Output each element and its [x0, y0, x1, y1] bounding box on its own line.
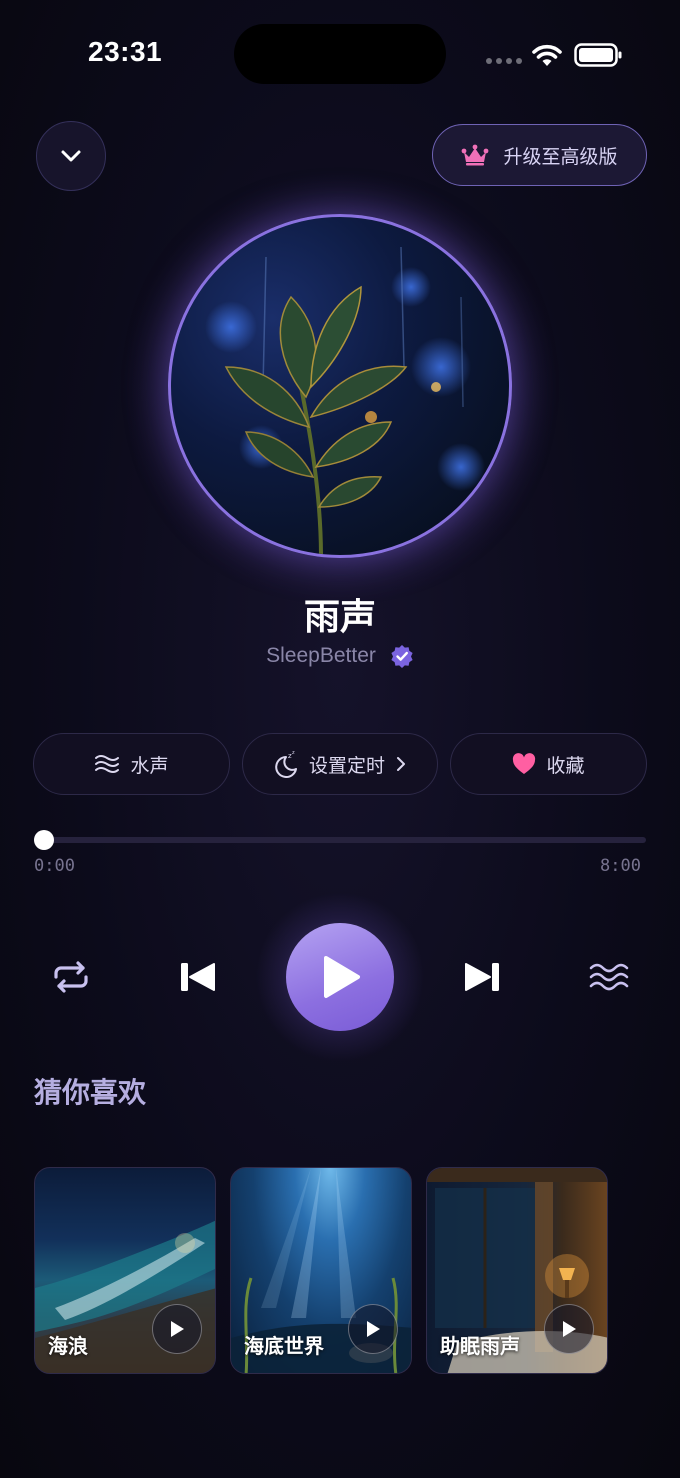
- heart-icon: [513, 753, 536, 774]
- progress-knob[interactable]: [34, 830, 54, 850]
- next-button[interactable]: [460, 954, 506, 1000]
- recommendations-title: 猜你喜欢: [34, 1076, 147, 1109]
- play-icon: [367, 1321, 380, 1337]
- battery-icon: [574, 43, 622, 67]
- set-timer-pill[interactable]: z z 设置定时: [242, 733, 438, 795]
- set-timer-label: 设置定时: [308, 754, 385, 777]
- track-title: 雨声: [303, 597, 376, 638]
- moon-sleep-icon: z z: [275, 750, 297, 778]
- card-play-button[interactable]: [152, 1304, 202, 1354]
- favorite-pill[interactable]: 收藏: [450, 733, 647, 795]
- previous-button[interactable]: [174, 954, 220, 1000]
- play-button[interactable]: [286, 923, 394, 1031]
- artist-row: SleepBetter: [0, 644, 680, 668]
- total-time: 8:00: [600, 856, 641, 876]
- card-label: 海浪: [48, 1334, 88, 1358]
- album-cover: [168, 214, 512, 558]
- dynamic-island: [234, 24, 446, 84]
- svg-text:z: z: [292, 750, 295, 756]
- recommendation-card-waves[interactable]: 海浪: [34, 1167, 216, 1374]
- repeat-button[interactable]: [48, 954, 94, 1000]
- card-label: 助眠雨声: [440, 1334, 520, 1358]
- play-icon: [324, 956, 360, 998]
- play-icon: [563, 1321, 576, 1337]
- chevron-down-icon: [61, 150, 81, 162]
- collapse-button[interactable]: [36, 121, 106, 191]
- recommendation-card-underwater[interactable]: 海底世界: [230, 1167, 412, 1374]
- upgrade-label: 升级至高级版: [503, 145, 618, 168]
- current-time: 0:00: [34, 856, 75, 876]
- cellular-signal-icon: [486, 58, 522, 64]
- recommendation-card-rain[interactable]: 助眠雨声: [426, 1167, 608, 1374]
- card-label: 海底世界: [244, 1334, 324, 1358]
- waves-icon: [589, 963, 629, 991]
- chevron-right-icon: [397, 757, 405, 771]
- wifi-icon: [532, 44, 562, 66]
- play-icon: [171, 1321, 184, 1337]
- water-sound-pill[interactable]: 水声: [33, 733, 230, 795]
- skip-previous-icon: [181, 963, 215, 991]
- card-play-button[interactable]: [348, 1304, 398, 1354]
- artist-name: SleepBetter: [266, 644, 376, 667]
- ambient-waves-button[interactable]: [586, 954, 632, 1000]
- water-sound-label: 水声: [130, 754, 169, 777]
- card-play-button[interactable]: [544, 1304, 594, 1354]
- repeat-icon: [54, 961, 88, 993]
- status-time: 23:31: [88, 36, 163, 67]
- crown-icon: [462, 144, 489, 166]
- upgrade-button[interactable]: 升级至高级版: [432, 124, 647, 186]
- rain-leaf-image: [205, 246, 485, 555]
- waves-icon: [95, 755, 120, 773]
- skip-next-icon: [465, 963, 499, 991]
- verified-badge-icon: [391, 645, 413, 668]
- progress-track[interactable]: [34, 837, 646, 843]
- favorite-label: 收藏: [546, 754, 585, 777]
